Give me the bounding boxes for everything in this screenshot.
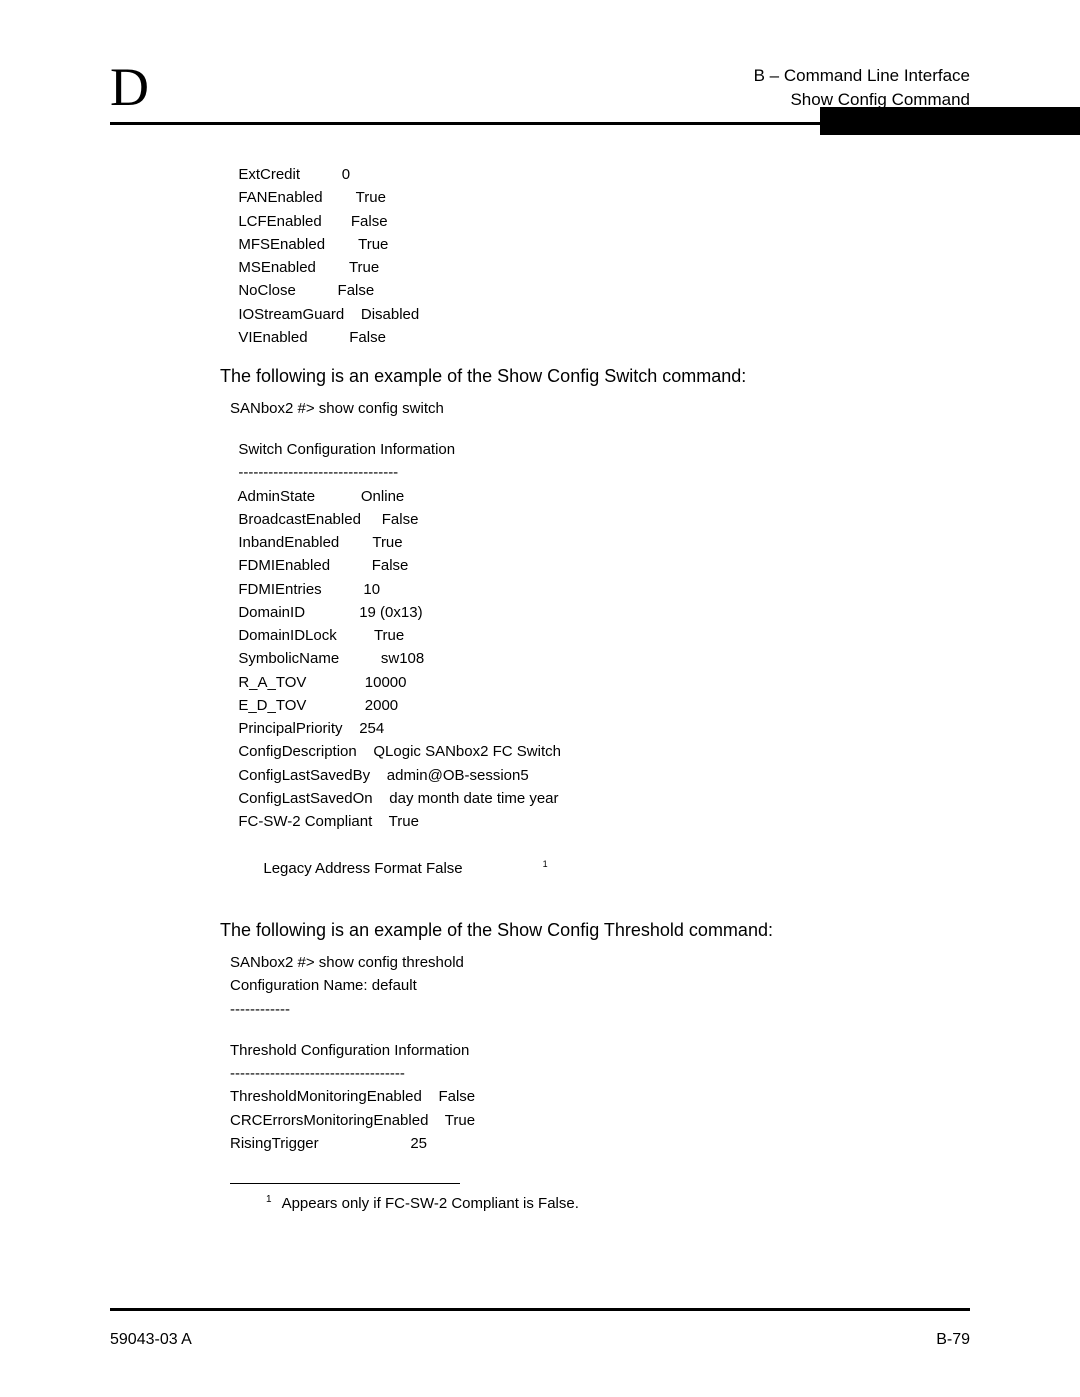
section-letter: D	[110, 60, 149, 114]
config-row: FDMIEnabled False	[230, 554, 970, 577]
config-row: ThresholdMonitoringEnabled False	[230, 1085, 970, 1108]
config-row: DomainIDLock True	[230, 624, 970, 647]
cmd-switch: SANbox2 #> show config switch	[230, 397, 970, 420]
config-row: SymbolicName sw108	[230, 647, 970, 670]
page-content: ExtCredit 0 FANEnabled True LCFEnabled F…	[110, 125, 970, 1215]
header-line1: B – Command Line Interface	[754, 64, 970, 88]
cmd-threshold: SANbox2 #> show config threshold	[230, 951, 970, 974]
block2-last-row: Legacy Address Format False 1	[230, 833, 970, 903]
config-row: VIEnabled False	[230, 326, 970, 349]
config-row: CRCErrorsMonitoringEnabled True	[230, 1109, 970, 1132]
config-row: DomainID 19 (0x13)	[230, 601, 970, 624]
header-right: B – Command Line Interface Show Config C…	[754, 60, 970, 112]
config-row: BroadcastEnabled False	[230, 508, 970, 531]
config-row: ConfigLastSavedOn day month date time ye…	[230, 787, 970, 810]
config-row: MFSEnabled True	[230, 233, 970, 256]
config-row: FC-SW-2 Compliant True	[230, 810, 970, 833]
config-block-3: ThresholdMonitoringEnabled FalseCRCError…	[230, 1085, 970, 1155]
footnote-ref-1: 1	[543, 859, 548, 869]
config-row: IOStreamGuard Disabled	[230, 303, 970, 326]
header-tab	[820, 107, 1080, 135]
config-row: E_D_TOV 2000	[230, 694, 970, 717]
footer-rule	[110, 1308, 970, 1311]
footer-right: B-79	[936, 1331, 970, 1349]
config-row: ExtCredit 0	[230, 163, 970, 186]
footnote-1: 1 Appears only if FC-SW-2 Compliant is Fa…	[230, 1192, 970, 1215]
config-row: FDMIEntries 10	[230, 578, 970, 601]
heading-switch: The following is an example of the Show …	[220, 363, 970, 391]
config-row: NoClose False	[230, 279, 970, 302]
footer-left: 59043-03 A	[110, 1331, 192, 1349]
block3-title: Threshold Configuration Information	[230, 1039, 970, 1062]
config-row: LCFEnabled False	[230, 210, 970, 233]
config-row: PrincipalPriority 254	[230, 717, 970, 740]
config-row: RisingTrigger 25	[230, 1132, 970, 1155]
config-block-1: ExtCredit 0 FANEnabled True LCFEnabled F…	[230, 163, 970, 349]
legacy-key: Legacy Address Format	[255, 860, 426, 877]
config-row: InbandEnabled True	[230, 531, 970, 554]
block2-title: Switch Configuration Information	[230, 438, 970, 461]
footnote-text: Appears only if FC-SW-2 Compliant is Fal…	[282, 1195, 579, 1212]
config-row: AdminState Online	[230, 485, 970, 508]
block3-sep2: -----------------------------------	[230, 1062, 970, 1085]
config-row: ConfigLastSavedBy admin@OB-session5	[230, 764, 970, 787]
block3-cfg: Configuration Name: default	[230, 974, 970, 997]
config-row: FANEnabled True	[230, 186, 970, 209]
footnote-rule	[230, 1183, 460, 1184]
block2-sep: --------------------------------	[230, 461, 970, 484]
footnote-num: 1	[266, 1194, 272, 1205]
config-row: ConfigDescription QLogic SANbox2 FC Swit…	[230, 740, 970, 763]
page-footer: 59043-03 A B-79	[110, 1331, 970, 1349]
heading-threshold: The following is an example of the Show …	[220, 917, 970, 945]
block3-sep1: ------------	[230, 998, 970, 1021]
config-row: R_A_TOV 10000	[230, 671, 970, 694]
config-row: MSEnabled True	[230, 256, 970, 279]
config-block-2: AdminState Online BroadcastEnabled False…	[230, 485, 970, 834]
legacy-value: False	[426, 860, 463, 877]
